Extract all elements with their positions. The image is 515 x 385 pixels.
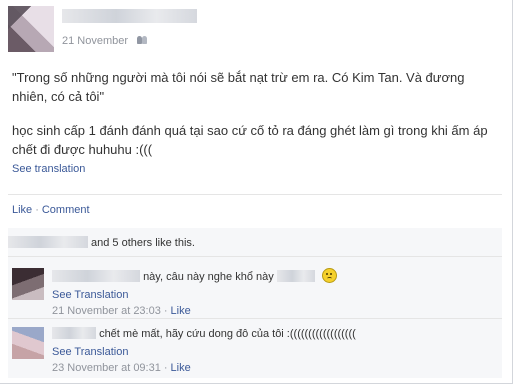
commenter-name-redacted[interactable] [52, 270, 140, 282]
likes-summary: and 5 others like this. [8, 236, 195, 249]
liker-names-redacted[interactable] [8, 236, 88, 248]
post-timestamp[interactable]: 21 November [62, 35, 128, 47]
like-link[interactable]: Like [12, 204, 32, 216]
comment-text: này, câu này nghe khổ này [143, 271, 274, 283]
comment-time[interactable]: 23 November at 09:31 [52, 362, 161, 374]
divider [8, 194, 502, 195]
comment-text: chết mè mất, hãy cứu dong đô của tôi :((… [99, 328, 356, 340]
friends-icon[interactable] [137, 35, 148, 45]
see-translation-link[interactable]: See Translation [52, 346, 492, 358]
post-meta: 21 November [62, 35, 148, 47]
smiley-icon [321, 268, 337, 283]
comment-time[interactable]: 21 November at 23:03 [52, 305, 161, 317]
author-avatar[interactable] [8, 6, 54, 52]
divider [8, 318, 502, 319]
comment-body: này, câu này nghe khổ này See Translatio… [52, 268, 492, 317]
author-name-redacted[interactable] [62, 9, 197, 23]
commenter-name-redacted[interactable] [52, 327, 96, 339]
comment-link[interactable]: Comment [42, 204, 90, 216]
post-body-text: học sinh cấp 1 đánh đánh quá tại sao cứ … [12, 121, 492, 159]
comment-line: chết mè mất, hãy cứu dong đô của tôi :((… [52, 327, 492, 340]
post-actions: Like · Comment [12, 204, 90, 216]
comment-body: chết mè mất, hãy cứu dong đô của tôi :((… [52, 327, 492, 374]
comment-avatar[interactable] [12, 327, 44, 359]
redacted-text [276, 270, 315, 282]
comment-meta: 23 November at 09:31 · Like [52, 362, 492, 374]
post-body-line: học sinh cấp 1 đánh đánh quá tại sao cứ … [12, 123, 488, 157]
meta-separator: · [163, 305, 168, 317]
comment-line: này, câu này nghe khổ này [52, 268, 492, 283]
action-separator: · [35, 204, 39, 216]
likes-text[interactable]: and 5 others like this. [91, 237, 195, 249]
meta-separator: · [163, 362, 168, 374]
comment-like-link[interactable]: Like [171, 305, 191, 317]
post-card: 21 November "Trong số những người mà tôi… [0, 0, 513, 384]
post-body: "Trong số những người mà tôi nói sẽ bắt … [12, 68, 492, 159]
feedback-section: and 5 others like this. này, câu này ngh… [8, 228, 502, 378]
see-translation-link[interactable]: See translation [12, 163, 85, 175]
divider [8, 256, 502, 257]
comment-like-link[interactable]: Like [171, 362, 191, 374]
post-quote-text: "Trong số những người mà tôi nói sẽ bắt … [12, 70, 465, 104]
comment-avatar[interactable] [12, 268, 44, 300]
comment-meta: 21 November at 23:03 · Like [52, 305, 492, 317]
see-translation-link[interactable]: See Translation [52, 289, 492, 301]
